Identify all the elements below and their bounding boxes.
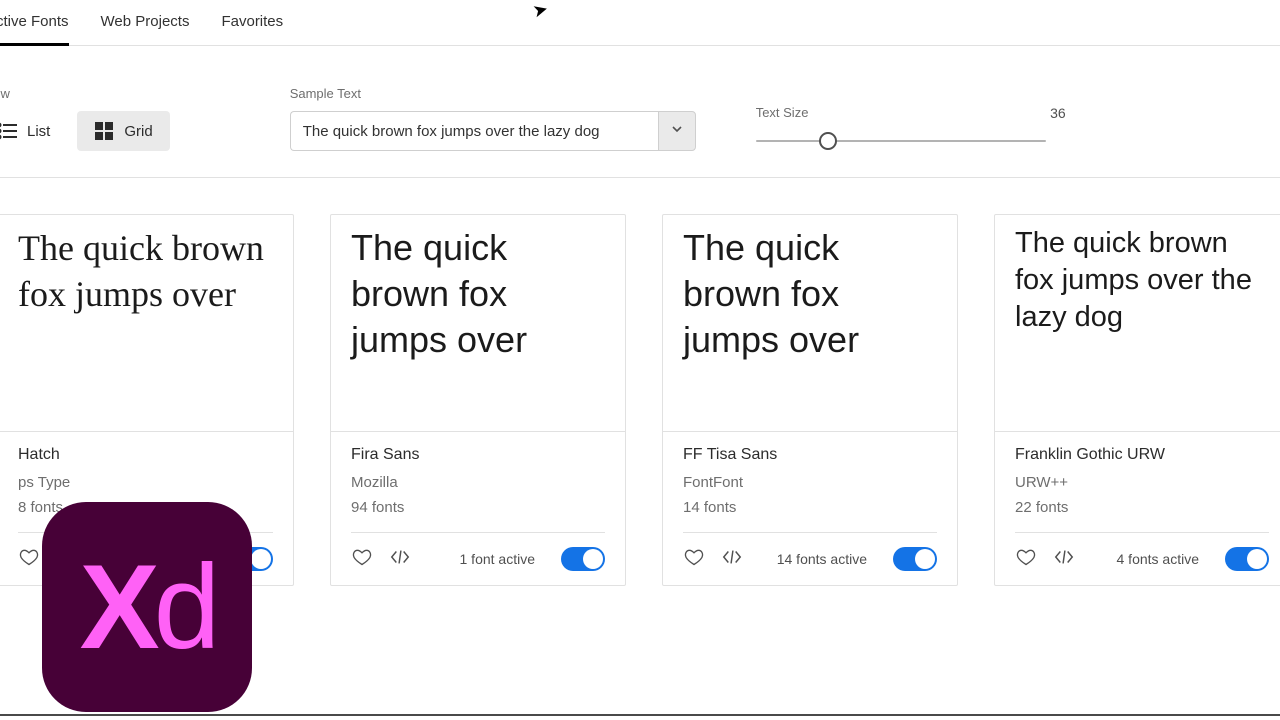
font-foundry: FontFont — [683, 474, 937, 491]
font-preview[interactable]: The quick brown fox jumps over — [663, 215, 957, 431]
favorite-button[interactable] — [1015, 548, 1037, 570]
adobe-xd-badge: Xd — [42, 502, 252, 712]
code-button[interactable] — [1053, 548, 1075, 570]
tab-active-fonts[interactable]: Active Fonts — [0, 0, 69, 46]
text-size-slider[interactable] — [756, 131, 1046, 151]
top-tabs: Active Fonts Web Projects Favorites — [0, 0, 1280, 46]
font-foundry: Mozilla — [351, 474, 605, 491]
separator — [1015, 532, 1269, 533]
favorite-button[interactable] — [683, 548, 705, 570]
view-list-label: List — [27, 123, 50, 140]
activate-toggle[interactable] — [1225, 547, 1269, 571]
code-button[interactable] — [721, 548, 743, 570]
separator — [351, 532, 605, 533]
view-label: View — [0, 86, 170, 101]
view-group: View List Grid — [0, 86, 170, 151]
heart-icon — [684, 547, 704, 572]
font-count: 22 fonts — [1015, 499, 1269, 516]
active-fonts-text: 1 font active — [460, 551, 536, 567]
tab-favorites[interactable]: Favorites — [221, 0, 283, 46]
heart-icon — [352, 547, 372, 572]
font-foundry: ps Type — [18, 474, 273, 491]
heart-icon — [1016, 547, 1036, 572]
activate-toggle[interactable] — [893, 547, 937, 571]
view-list-button[interactable]: List — [0, 111, 67, 151]
text-size-group: Text Size 36 — [756, 105, 1280, 151]
font-meta: Fira Sans Mozilla 94 fonts 1 font active — [331, 431, 625, 585]
active-fonts-text: 14 fonts active — [777, 551, 867, 567]
view-grid-button[interactable]: Grid — [77, 111, 169, 151]
sample-text-label: Sample Text — [290, 86, 696, 101]
slider-thumb[interactable] — [819, 132, 837, 150]
view-grid-label: Grid — [124, 123, 152, 140]
font-name[interactable]: Fira Sans — [351, 446, 605, 464]
font-card: The quick brown fox jumps over FF Tisa S… — [662, 214, 958, 586]
font-card: The quick brown fox jumps over Fira Sans… — [330, 214, 626, 586]
code-icon — [721, 547, 743, 572]
slider-track — [756, 140, 1046, 142]
sample-text-input[interactable] — [290, 111, 658, 151]
grid-icon — [94, 121, 114, 141]
font-name[interactable]: Franklin Gothic URW — [1015, 446, 1269, 464]
font-meta: FF Tisa Sans FontFont 14 fonts 14 fonts … — [663, 431, 957, 585]
font-foundry: URW++ — [1015, 474, 1269, 491]
xd-badge-d: d — [154, 538, 215, 676]
font-preview[interactable]: The quick brown fox jumps over — [331, 215, 625, 431]
code-icon — [1053, 547, 1075, 572]
favorite-button[interactable] — [18, 548, 40, 570]
font-preview[interactable]: The quick brown fox jumps over the lazy … — [995, 215, 1280, 431]
code-icon — [389, 547, 411, 572]
font-preview[interactable]: The quick brown fox jumps over — [0, 215, 293, 431]
favorite-button[interactable] — [351, 548, 373, 570]
code-button[interactable] — [389, 548, 411, 570]
active-fonts-text: 4 fonts active — [1117, 551, 1200, 567]
font-name[interactable]: Hatch — [18, 446, 273, 464]
text-size-value: 36 — [1050, 105, 1066, 121]
text-size-label: Text Size — [756, 105, 809, 121]
heart-icon — [19, 547, 39, 572]
font-card: The quick brown fox jumps over the lazy … — [994, 214, 1280, 586]
separator — [683, 532, 937, 533]
font-count: 14 fonts — [683, 499, 937, 516]
sample-text-group: Sample Text — [290, 86, 696, 151]
chevron-down-icon — [671, 122, 683, 140]
font-count: 94 fonts — [351, 499, 605, 516]
xd-badge-x: X — [80, 538, 154, 676]
bottom-rule — [0, 714, 1280, 716]
font-name[interactable]: FF Tisa Sans — [683, 446, 937, 464]
activate-toggle[interactable] — [561, 547, 605, 571]
tab-web-projects[interactable]: Web Projects — [101, 0, 190, 46]
font-meta: Franklin Gothic URW URW++ 22 fonts 4 fon… — [995, 431, 1280, 585]
sample-text-dropdown[interactable] — [658, 111, 696, 151]
controls-bar: View List Grid Sample Text — [0, 46, 1280, 178]
list-icon — [0, 121, 17, 141]
